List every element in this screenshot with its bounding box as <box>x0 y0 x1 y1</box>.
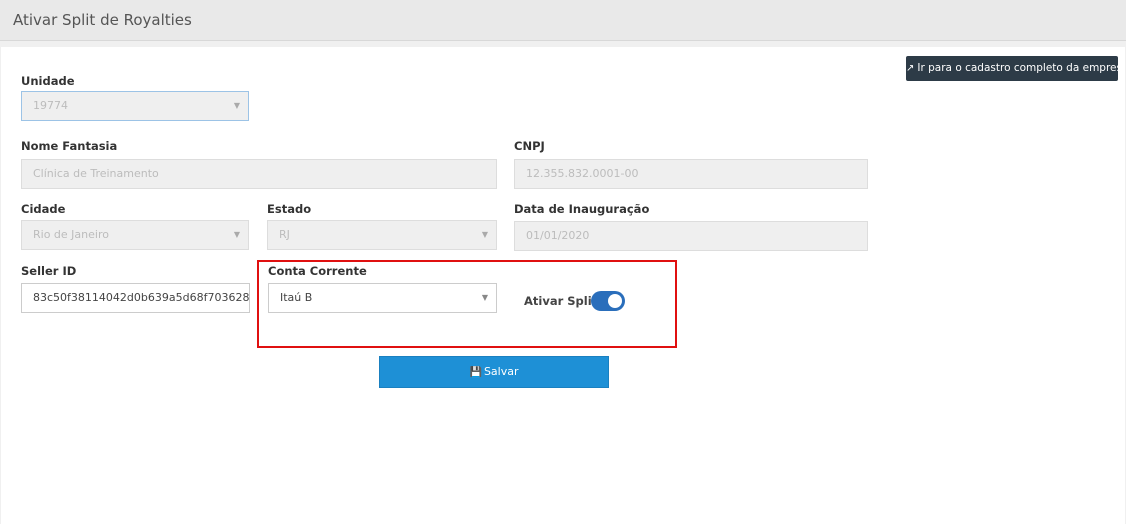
page-title: Ativar Split de Royalties <box>13 11 192 29</box>
unidade-value: 19774 <box>33 99 68 112</box>
caret-down-icon: ▼ <box>481 230 488 239</box>
estado-label: Estado <box>267 202 312 216</box>
page-header: Ativar Split de Royalties <box>0 0 1126 41</box>
nome-fantasia-value: Clínica de Treinamento <box>33 167 159 180</box>
ativar-split-label: Ativar Split <box>524 294 598 308</box>
conta-corrente-label: Conta Corrente <box>268 264 367 278</box>
ativar-split-toggle[interactable] <box>591 291 625 311</box>
cidade-value: Rio de Janeiro <box>33 228 109 241</box>
company-register-button[interactable]: ↗ Ir para o cadastro completo da empresa <box>906 56 1118 81</box>
unidade-select[interactable]: 19774 ▼ <box>21 91 249 121</box>
data-inauguracao-label: Data de Inauguração <box>514 202 650 216</box>
save-button-label: Salvar <box>483 365 519 378</box>
caret-down-icon: ▼ <box>233 230 240 239</box>
company-register-label: Ir para o cadastro completo da empresa <box>917 62 1118 74</box>
cnpj-value: 12.355.832.0001-00 <box>526 167 639 180</box>
external-link-icon: ↗ <box>906 63 915 74</box>
caret-down-icon: ▼ <box>233 101 240 110</box>
seller-id-input[interactable]: 83c50f38114042d0b639a5d68f703628 <box>21 283 250 313</box>
cidade-select[interactable]: Rio de Janeiro ▼ <box>21 220 249 250</box>
data-inauguracao-field[interactable]: 01/01/2020 <box>514 221 868 251</box>
cidade-label: Cidade <box>21 202 66 216</box>
cnpj-label: CNPJ <box>514 139 545 153</box>
toggle-knob <box>608 294 622 308</box>
unidade-label: Unidade <box>21 74 75 88</box>
seller-id-label: Seller ID <box>21 264 77 278</box>
data-inauguracao-value: 01/01/2020 <box>526 229 590 242</box>
seller-id-value: 83c50f38114042d0b639a5d68f703628 <box>33 291 250 304</box>
estado-select[interactable]: RJ ▼ <box>267 220 497 250</box>
save-button[interactable]: 💾 Salvar <box>379 356 609 388</box>
conta-corrente-value: Itaú B <box>280 291 313 304</box>
conta-corrente-select[interactable]: Itaú B ▼ <box>268 283 497 313</box>
nome-fantasia-field[interactable]: Clínica de Treinamento <box>21 159 497 189</box>
nome-fantasia-label: Nome Fantasia <box>21 139 118 153</box>
floppy-disk-icon: 💾 <box>469 367 482 378</box>
cnpj-field[interactable]: 12.355.832.0001-00 <box>514 159 868 189</box>
estado-value: RJ <box>279 228 290 241</box>
caret-down-icon: ▼ <box>481 293 488 302</box>
